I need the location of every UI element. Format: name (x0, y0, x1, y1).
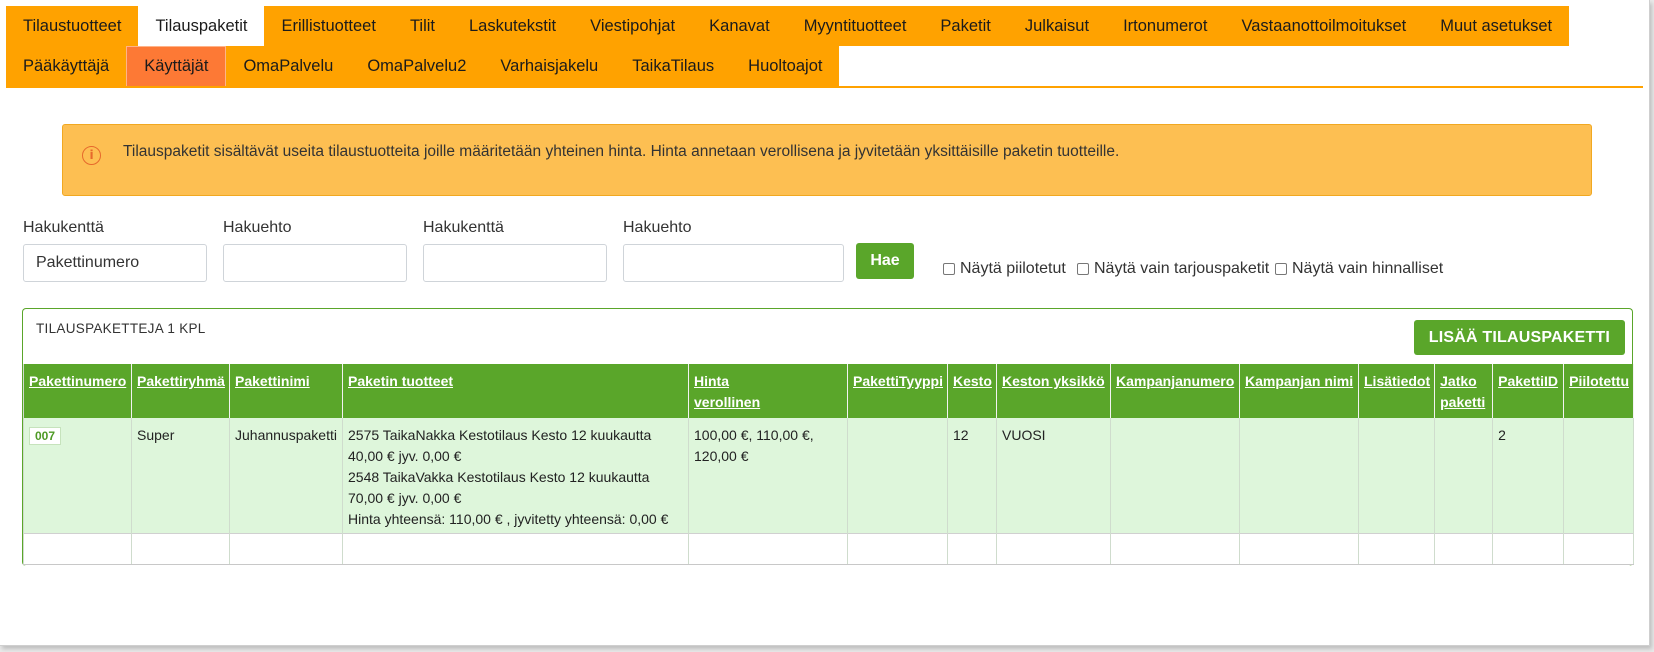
search-field-2-label: Hakukenttä (423, 219, 504, 236)
checkbox-label: Näytä vain tarjouspaketit (1094, 260, 1270, 277)
cell-kesto: 12 (947, 418, 997, 533)
col-keston-yksikko[interactable]: Keston yksikkö (996, 364, 1111, 418)
cell-pakettityyppi (847, 418, 948, 533)
main-nav: Tilaustuotteet Tilauspaketit Erillistuot… (6, 6, 1570, 46)
col-lisatiedot[interactable]: Lisätiedot (1358, 364, 1436, 418)
secondary-nav: Pääkäyttäjä Käyttäjät OmaPalvelu OmaPalv… (6, 46, 840, 86)
tab-vastaanottoilmoitukset[interactable]: Vastaanottoilmoitukset (1224, 6, 1424, 46)
col-pakettiid[interactable]: PakettiID (1492, 364, 1565, 418)
tab-kanavat[interactable]: Kanavat (692, 6, 787, 46)
cell-kampanjan-nimi (1239, 418, 1359, 533)
checkbox-show-hidden[interactable]: Näytä piilotetut (943, 260, 1066, 278)
tab-laskutekstit[interactable]: Laskutekstit (452, 6, 574, 46)
search-condition-2-label: Hakuehto (623, 219, 692, 236)
product-line: 2548 TaikaVakka Kestotilaus Kesto 12 kuu… (348, 469, 650, 485)
cell-pakettinimi: Juhannuspaketti (229, 418, 343, 533)
cell-keston-yksikko: VUOSI (996, 418, 1111, 533)
cell-paketin-tuotteet: 2575 TaikaNakka Kestotilaus Kesto 12 kuu… (342, 418, 689, 533)
tab-huoltoajot[interactable]: Huoltoajot (731, 46, 840, 86)
search-field-1-select[interactable]: Pakettinumero (23, 244, 207, 282)
product-line: 40,00 € jyv. 0,00 € (348, 448, 462, 464)
product-line: 2575 TaikaNakka Kestotilaus Kesto 12 kuu… (348, 427, 652, 443)
tab-erillistuotteet[interactable]: Erillistuotteet (264, 6, 393, 46)
table-row-empty (23, 532, 1635, 565)
cell-pakettiryhma: Super (131, 418, 230, 533)
info-circle-icon: i (82, 146, 101, 165)
app-frame: Tilaustuotteet Tilauspaketit Erillistuot… (0, 0, 1650, 646)
cell-jatkopaketti (1434, 418, 1494, 533)
cell-pakettinumero: 007 (23, 418, 132, 533)
tab-irtonumerot[interactable]: Irtonumerot (1106, 6, 1225, 46)
col-kesto[interactable]: Kesto (947, 364, 997, 418)
checkbox-label: Näytä vain hinnalliset (1292, 260, 1444, 277)
add-package-button[interactable]: LISÄÄ TILAUSPAKETTI (1413, 320, 1625, 355)
checkbox-icon[interactable] (1275, 263, 1287, 275)
price-line: 120,00 € (694, 448, 749, 464)
checkbox-label: Näytä piilotetut (960, 260, 1066, 277)
results-table: Pakettinumero Pakettiryhmä Pakettinimi P… (23, 364, 1635, 565)
col-piilotettu[interactable]: Piilotettu (1563, 364, 1635, 418)
col-pakettityyppi[interactable]: PakettiTyyppi (847, 364, 948, 418)
table-row[interactable]: 007 Super Juhannuspaketti 2575 TaikaNakk… (23, 418, 1635, 533)
product-line: 70,00 € jyv. 0,00 € (348, 490, 462, 506)
results-count-title: TILAUSPAKETTEJA 1 KPL (36, 321, 206, 336)
search-condition-1-input[interactable] (223, 244, 407, 282)
tab-paketit[interactable]: Paketit (923, 6, 1008, 46)
col-hinta-verollinen[interactable]: Hinta verollinen (688, 364, 848, 418)
col-jatkopaketti[interactable]: Jatko paketti (1434, 364, 1494, 418)
tab-taikatilaus[interactable]: TaikaTilaus (615, 46, 732, 86)
tab-myyntituotteet[interactable]: Myyntituotteet (786, 6, 924, 46)
col-paketin-tuotteet[interactable]: Paketin tuotteet (342, 364, 689, 418)
search-condition-1-label: Hakuehto (223, 219, 292, 236)
tab-tilauspaketit[interactable]: Tilauspaketit (138, 6, 265, 46)
checkbox-icon[interactable] (1077, 263, 1089, 275)
tab-paakayttaja[interactable]: Pääkäyttäjä (6, 46, 127, 86)
tab-kayttajat[interactable]: Käyttäjät (126, 46, 227, 86)
info-text: Tilauspaketit sisältävät useita tilaustu… (123, 143, 1120, 160)
info-alert: i Tilauspaketit sisältävät useita tilaus… (62, 124, 1592, 196)
col-kampanjan-nimi[interactable]: Kampanjan nimi (1239, 364, 1359, 418)
tab-omapalvelu[interactable]: OmaPalvelu (226, 46, 351, 86)
package-number-link[interactable]: 007 (29, 427, 62, 445)
search-field-2-select[interactable] (423, 244, 607, 282)
col-kampanjanumero[interactable]: Kampanjanumero (1110, 364, 1240, 418)
search-condition-2-input[interactable] (623, 244, 844, 282)
tab-omapalvelu2[interactable]: OmaPalvelu2 (350, 46, 484, 86)
tab-tilit[interactable]: Tilit (392, 6, 452, 46)
tab-muut-asetukset[interactable]: Muut asetukset (1423, 6, 1570, 46)
col-pakettinumero[interactable]: Pakettinumero (23, 364, 132, 418)
tab-julkaisut[interactable]: Julkaisut (1007, 6, 1107, 46)
checkbox-only-priced[interactable]: Näytä vain hinnalliset (1275, 260, 1443, 278)
cell-kampanjanumero (1110, 418, 1240, 533)
search-button[interactable]: Hae (856, 243, 914, 279)
product-total: Hinta yhteensä: 110,00 € , jyvitetty yht… (348, 511, 669, 527)
tab-varhaisjakelu[interactable]: Varhaisjakelu (483, 46, 616, 86)
cell-piilotettu (1563, 418, 1635, 533)
checkbox-only-offers[interactable]: Näytä vain tarjouspaketit (1077, 260, 1269, 278)
col-pakettinimi[interactable]: Pakettinimi (229, 364, 343, 418)
search-field-1-label: Hakukenttä (23, 219, 104, 236)
cell-hinta: 100,00 €, 110,00 €, 120,00 € (688, 418, 848, 533)
checkbox-icon[interactable] (943, 263, 955, 275)
col-pakettiryhma[interactable]: Pakettiryhmä (131, 364, 230, 418)
cell-lisatiedot (1358, 418, 1436, 533)
nav-divider (6, 86, 1643, 88)
cell-pakettiid: 2 (1492, 418, 1565, 533)
price-line: 100,00 €, 110,00 €, (694, 427, 814, 443)
tab-viestipohjat[interactable]: Viestipohjat (573, 6, 693, 46)
table-header-row: Pakettinumero Pakettiryhmä Pakettinimi P… (23, 364, 1635, 418)
tab-tilaustuotteet[interactable]: Tilaustuotteet (6, 6, 139, 46)
